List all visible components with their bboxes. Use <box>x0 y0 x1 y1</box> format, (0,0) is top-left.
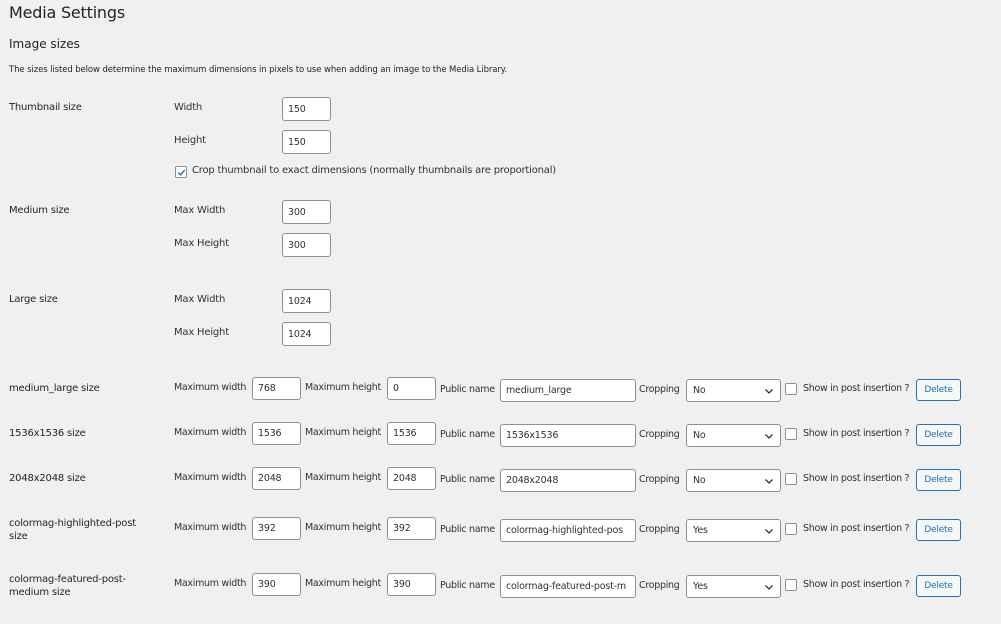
large-height-label: Max Height <box>174 327 229 338</box>
cropping-select[interactable]: No <box>686 469 781 492</box>
show-in-insertion-label: Show in post insertion ? <box>803 383 910 394</box>
large-width-input[interactable] <box>282 289 331 313</box>
max-height-input[interactable] <box>387 377 436 400</box>
delete-button[interactable]: Delete <box>916 424 961 446</box>
max-height-label: Maximum height <box>305 382 381 393</box>
max-width-label: Maximum width <box>174 382 247 393</box>
large-width-label: Max Width <box>174 294 226 305</box>
max-width-label: Maximum width <box>174 578 247 589</box>
delete-button[interactable]: Delete <box>916 469 961 491</box>
chevron-down-icon <box>765 584 773 590</box>
thumbnail-size-label: Thumbnail size <box>9 102 82 113</box>
cropping-select[interactable]: No <box>686 379 781 402</box>
public-name-input[interactable] <box>500 379 636 402</box>
show-in-insertion-label: Show in post insertion ? <box>803 473 910 484</box>
cropping-label: Cropping <box>639 524 680 535</box>
chevron-down-icon <box>765 388 773 394</box>
max-height-input[interactable] <box>387 467 436 490</box>
size-row-label: medium_large size <box>9 383 100 394</box>
cropping-select[interactable]: Yes <box>686 575 781 598</box>
cropping-label: Cropping <box>639 474 680 485</box>
max-width-label: Maximum width <box>174 472 247 483</box>
delete-button[interactable]: Delete <box>916 379 961 401</box>
cropping-selected-value: No <box>693 430 706 441</box>
cropping-selected-value: No <box>693 385 706 396</box>
show-in-insertion-label: Show in post insertion ? <box>803 579 910 590</box>
public-name-input[interactable] <box>500 519 636 542</box>
public-name-label: Public name <box>440 429 495 440</box>
cropping-selected-value: No <box>693 475 706 486</box>
max-width-input[interactable] <box>252 517 301 540</box>
max-width-input[interactable] <box>252 422 301 445</box>
cropping-select[interactable]: Yes <box>686 519 781 542</box>
max-height-input[interactable] <box>387 422 436 445</box>
section-title: Image sizes <box>9 37 80 51</box>
checkmark-icon <box>177 169 185 176</box>
large-height-input[interactable] <box>282 322 331 346</box>
thumbnail-height-label: Height <box>174 135 206 146</box>
public-name-label: Public name <box>440 580 495 591</box>
chevron-down-icon <box>765 478 773 484</box>
max-width-input[interactable] <box>252 467 301 490</box>
cropping-select[interactable]: No <box>686 424 781 447</box>
public-name-input[interactable] <box>500 469 636 492</box>
crop-thumbnail-checkbox[interactable] <box>175 166 187 178</box>
section-description: The sizes listed below determine the max… <box>9 65 508 75</box>
public-name-input[interactable] <box>500 575 636 598</box>
size-row-label: colormag-featured-post- medium size <box>9 574 126 598</box>
thumbnail-width-label: Width <box>174 102 203 113</box>
public-name-label: Public name <box>440 384 495 395</box>
chevron-down-icon <box>765 433 773 439</box>
max-height-label: Maximum height <box>305 472 381 483</box>
max-width-label: Maximum width <box>174 427 247 438</box>
page-title: Media Settings <box>9 3 125 22</box>
show-in-insertion-checkbox[interactable] <box>785 428 797 440</box>
cropping-label: Cropping <box>639 429 680 440</box>
size-row-label: 2048x2048 size <box>9 473 86 484</box>
delete-button[interactable]: Delete <box>916 575 961 597</box>
show-in-insertion-checkbox[interactable] <box>785 473 797 485</box>
max-height-input[interactable] <box>387 573 436 596</box>
thumbnail-width-input[interactable] <box>282 97 331 121</box>
cropping-label: Cropping <box>639 580 680 591</box>
max-width-input[interactable] <box>252 573 301 596</box>
cropping-selected-value: Yes <box>693 525 708 536</box>
media-settings-page: Media Settings Image sizes The sizes lis… <box>0 0 1001 624</box>
public-name-input[interactable] <box>500 424 636 447</box>
show-in-insertion-checkbox[interactable] <box>785 523 797 535</box>
crop-thumbnail-label: Crop thumbnail to exact dimensions (norm… <box>192 165 556 176</box>
max-height-label: Maximum height <box>305 427 381 438</box>
size-row-label: colormag-highlighted-post size <box>9 518 136 542</box>
show-in-insertion-label: Show in post insertion ? <box>803 523 910 534</box>
medium-width-input[interactable] <box>282 200 331 224</box>
delete-button[interactable]: Delete <box>916 519 961 541</box>
medium-width-label: Max Width <box>174 205 226 216</box>
cropping-label: Cropping <box>639 384 680 395</box>
size-row-label: 1536x1536 size <box>9 428 86 439</box>
max-width-input[interactable] <box>252 377 301 400</box>
large-size-label: Large size <box>9 294 58 305</box>
show-in-insertion-checkbox[interactable] <box>785 579 797 591</box>
public-name-label: Public name <box>440 474 495 485</box>
cropping-selected-value: Yes <box>693 581 708 592</box>
max-width-label: Maximum width <box>174 522 247 533</box>
max-height-input[interactable] <box>387 517 436 540</box>
show-in-insertion-checkbox[interactable] <box>785 383 797 395</box>
public-name-label: Public name <box>440 524 495 535</box>
chevron-down-icon <box>765 528 773 534</box>
medium-height-input[interactable] <box>282 233 331 257</box>
medium-height-label: Max Height <box>174 238 229 249</box>
max-height-label: Maximum height <box>305 522 381 533</box>
thumbnail-height-input[interactable] <box>282 130 331 154</box>
show-in-insertion-label: Show in post insertion ? <box>803 428 910 439</box>
medium-size-label: Medium size <box>9 205 70 216</box>
max-height-label: Maximum height <box>305 578 381 589</box>
